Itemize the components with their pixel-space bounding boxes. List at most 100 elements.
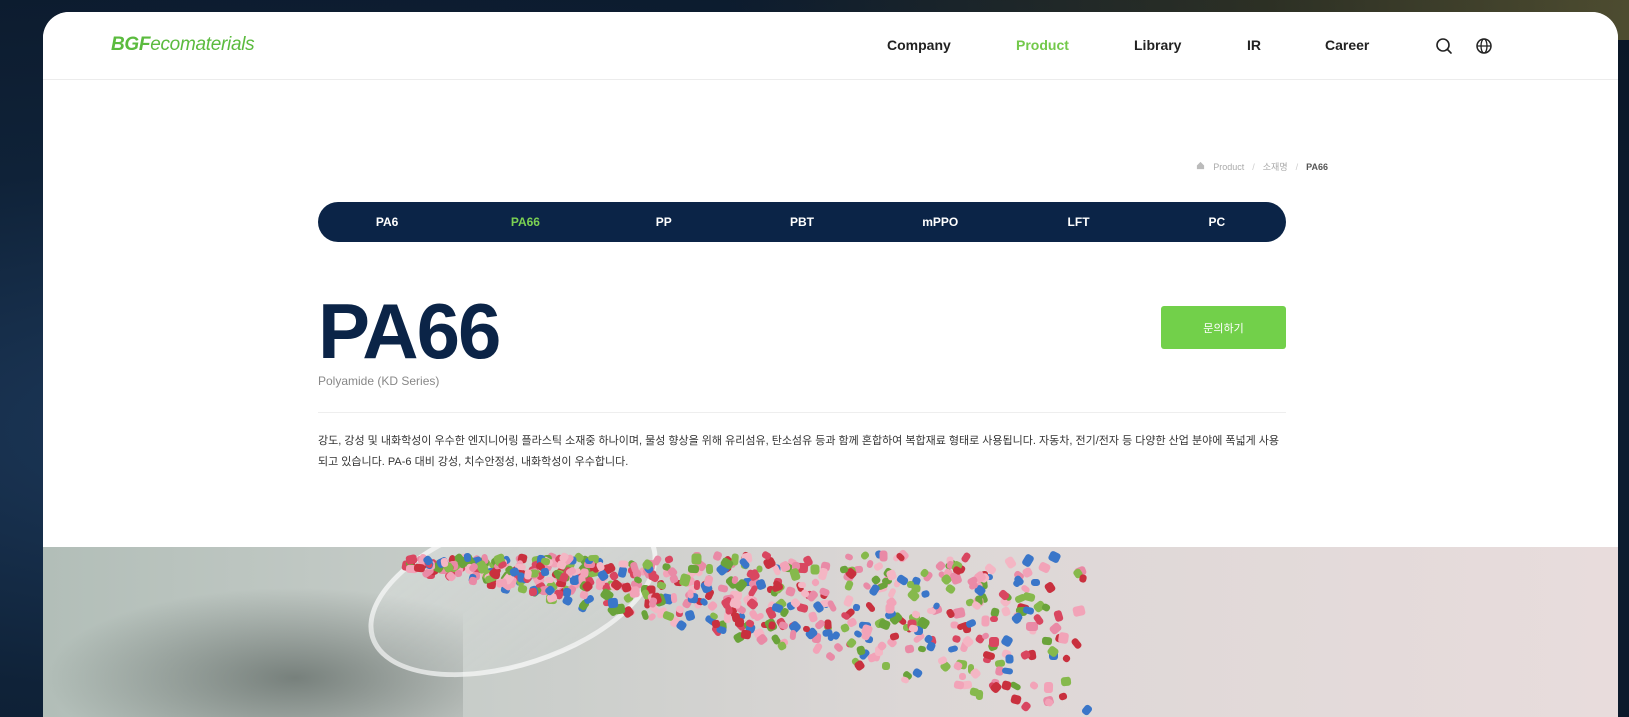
plastic-pellet — [691, 553, 702, 565]
plastic-pellet — [1020, 700, 1032, 713]
plastic-pellet — [824, 650, 837, 663]
logo-bold: BGF — [111, 34, 151, 55]
breadcrumb-separator: / — [1295, 161, 1299, 172]
plastic-pellet — [1010, 693, 1022, 706]
plastic-pellet — [693, 579, 701, 591]
plastic-pellet — [1080, 703, 1094, 717]
plastic-pellet — [1041, 636, 1053, 646]
plastic-pellet — [1021, 553, 1035, 568]
plastic-pellet — [1058, 691, 1068, 702]
plastic-pellet — [824, 619, 832, 630]
inquiry-button[interactable]: 문의하기 — [1161, 306, 1286, 349]
product-tabs: PA6 PA66 PP PBT mPPO LFT PC — [318, 202, 1286, 242]
plastic-pellet — [1061, 653, 1072, 664]
plastic-pellet — [1057, 631, 1070, 645]
breadcrumb-item-current: PA66 — [1306, 161, 1328, 172]
plastic-pellet — [1047, 550, 1062, 564]
nav-ir[interactable]: IR — [1247, 37, 1261, 53]
divider — [318, 412, 1286, 413]
plastic-pellet — [920, 589, 931, 599]
plastic-pellet — [797, 581, 807, 589]
nav-company[interactable]: Company — [887, 37, 951, 53]
plastic-pellet — [990, 616, 998, 622]
plastic-pellet — [1014, 593, 1027, 604]
plastic-pellet — [826, 599, 838, 613]
plastic-pellet — [975, 689, 984, 701]
plastic-pellet — [1072, 604, 1086, 618]
tab-mppo[interactable]: mPPO — [871, 215, 1009, 229]
tab-pc[interactable]: PC — [1148, 215, 1286, 229]
breadcrumb-separator: / — [1252, 161, 1255, 172]
tab-pa6[interactable]: PA6 — [318, 215, 456, 229]
tab-pp[interactable]: PP — [595, 215, 733, 229]
tab-pa66[interactable]: PA66 — [456, 215, 594, 229]
tab-lft[interactable]: LFT — [1009, 215, 1147, 229]
plastic-pellet — [879, 550, 888, 562]
plastic-pellet — [687, 589, 694, 599]
plastic-pellet — [843, 579, 855, 592]
plastic-pellet — [832, 641, 845, 654]
plastic-pellet — [687, 564, 700, 574]
plastic-pellet — [1030, 578, 1041, 587]
plastic-pellet — [544, 576, 555, 584]
plastic-pellet — [703, 574, 714, 588]
plastic-pellet — [1000, 634, 1014, 648]
tab-pbt[interactable]: PBT — [733, 215, 871, 229]
plastic-pellet — [817, 567, 829, 581]
nav-career[interactable]: Career — [1325, 37, 1369, 53]
globe-icon[interactable] — [1473, 35, 1495, 57]
plastic-pellet — [579, 568, 590, 578]
plastic-pellet — [734, 617, 745, 628]
plastic-pellet — [964, 618, 978, 629]
home-icon[interactable] — [1196, 161, 1205, 172]
plastic-pellet — [1037, 561, 1052, 574]
logo-rest: ecomaterials — [150, 34, 255, 55]
plastic-pellet — [706, 599, 719, 613]
breadcrumb-item-category[interactable]: 소재명 — [1263, 160, 1288, 173]
plastic-pellet — [684, 609, 696, 622]
product-description: 강도, 강성 및 내화학성이 우수한 엔지니어링 플라스틱 소재중 하나이며, … — [318, 435, 1280, 469]
plastic-pellet — [953, 680, 965, 690]
plastic-pellet — [1053, 609, 1064, 623]
plastic-pellet — [889, 631, 900, 642]
plastic-pellet — [1005, 654, 1014, 664]
plastic-pellet — [587, 554, 600, 562]
plastic-pellet — [789, 629, 797, 641]
plastic-pellet — [1000, 605, 1012, 618]
plastic-pellet — [947, 644, 959, 654]
plastic-pellet — [413, 563, 426, 573]
plastic-pellet — [988, 636, 1000, 648]
plastic-pellet — [463, 552, 472, 563]
plastic-pellet — [1040, 602, 1052, 613]
plastic-pellet — [958, 672, 967, 681]
plastic-pellet — [881, 661, 891, 671]
plastic-pellet — [1028, 680, 1040, 691]
breadcrumb-item-product[interactable]: Product — [1213, 162, 1244, 172]
plastic-pellet — [656, 580, 667, 591]
brand-logo[interactable]: BGFecomaterials — [111, 34, 255, 56]
hero-image-pellets — [43, 547, 1618, 717]
plastic-pellet — [917, 645, 927, 653]
plastic-pellet — [1003, 555, 1018, 570]
plastic-pellet — [981, 615, 990, 627]
plastic-pellet — [960, 551, 972, 564]
search-icon[interactable] — [1433, 35, 1455, 57]
plastic-pellet — [951, 634, 962, 644]
plastic-pellet — [440, 557, 449, 568]
breadcrumb: Product / 소재명 / PA66 — [1196, 160, 1328, 173]
site-header: BGFecomaterials Company Product Library … — [43, 12, 1618, 80]
nav-library[interactable]: Library — [1134, 37, 1181, 53]
plastic-pellet — [528, 587, 538, 597]
plastic-pellet — [1001, 667, 1014, 675]
plastic-pellet — [663, 554, 675, 565]
plastic-pellet — [822, 628, 833, 638]
plastic-pellet — [872, 561, 885, 572]
plastic-pellet — [717, 584, 729, 593]
plastic-pellet — [618, 560, 629, 568]
plastic-pellet — [1060, 676, 1072, 687]
plastic-pellet — [844, 552, 854, 562]
nav-product[interactable]: Product — [1016, 37, 1069, 53]
plastic-pellet — [784, 585, 797, 598]
plastic-pellet — [1001, 680, 1012, 691]
plastic-pellet — [864, 600, 877, 614]
